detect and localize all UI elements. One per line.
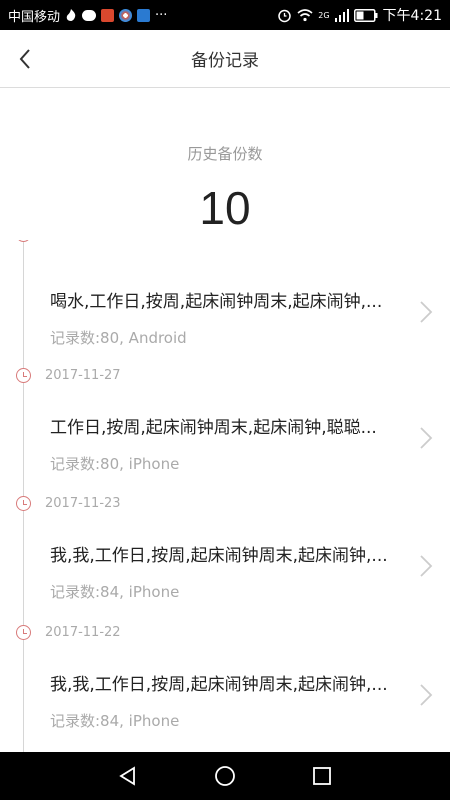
flame-icon [65, 8, 77, 22]
record-meta: 记录数:84, iPhone [50, 583, 180, 601]
chevron-right-icon [420, 301, 433, 323]
carrier-label: 中国移动 [8, 9, 61, 25]
triangle-back-icon [119, 766, 136, 786]
alarm-icon [277, 8, 292, 23]
system-nav-bar [0, 752, 450, 800]
record-title: 喝水,工作日,按周,起床闹钟周末,起床闹钟,... [50, 292, 383, 312]
nav-back-button[interactable] [108, 756, 148, 796]
backup-record-item[interactable]: 我,我,工作日,按周,起床闹钟周末,起床闹钟,... 记录数:84, iPhon… [30, 670, 450, 752]
status-bar: 中国移动 ··· 2G 下午4:21 [0, 0, 450, 30]
nav-home-button[interactable] [205, 756, 245, 796]
chevron-left-icon [19, 49, 30, 69]
app-icon [137, 8, 151, 22]
app-notification-icon [101, 8, 115, 22]
record-meta: 记录数:80, Android [50, 329, 187, 347]
circle-home-icon [215, 766, 235, 786]
clock-label: 下午4:21 [382, 8, 442, 24]
record-title: 我,我,工作日,按周,起床闹钟周末,起床闹钟,... [50, 675, 388, 695]
clock-icon [16, 240, 31, 242]
backup-timeline: 2017-11-27 喝水,工作日,按周,起床闹钟周末,起床闹钟,... 记录数… [0, 240, 450, 752]
app-header: 备份记录 [0, 30, 450, 88]
clock-icon [16, 496, 31, 511]
nav-recents-button[interactable] [302, 756, 342, 796]
record-date: 2017-11-22 [45, 625, 121, 640]
page-title: 备份记录 [191, 51, 259, 71]
more-notifications-icon: ··· [155, 7, 168, 23]
clock-icon [16, 625, 31, 640]
backup-summary: 历史备份数 10 [0, 89, 450, 239]
message-icon [82, 9, 97, 21]
record-date: 2017-11-27 [45, 368, 121, 383]
record-date: 2017-11-23 [45, 496, 121, 511]
chevron-right-icon [420, 427, 433, 449]
battery-icon [353, 8, 378, 22]
chevron-right-icon [420, 684, 433, 706]
browser-icon [119, 8, 133, 22]
back-button[interactable] [10, 44, 40, 74]
backup-count-value: 10 [199, 182, 251, 234]
record-meta: 记录数:80, iPhone [50, 455, 180, 473]
clock-icon [16, 368, 31, 383]
record-title: 我,我,工作日,按周,起床闹钟周末,起床闹钟,... [50, 546, 388, 566]
backup-count-label: 历史备份数 [187, 145, 263, 163]
wifi-icon [297, 8, 313, 22]
network-type-label: 2G [318, 10, 330, 20]
signal-icon [334, 8, 349, 22]
square-recents-icon [312, 767, 331, 785]
status-right: 2G 下午4:21 [277, 5, 442, 25]
record-meta: 记录数:84, iPhone [50, 712, 180, 730]
record-title: 工作日,按周,起床闹钟周末,起床闹钟,聪聪... [50, 418, 377, 438]
status-left: 中国移动 ··· [8, 6, 167, 25]
chevron-right-icon [420, 555, 433, 577]
